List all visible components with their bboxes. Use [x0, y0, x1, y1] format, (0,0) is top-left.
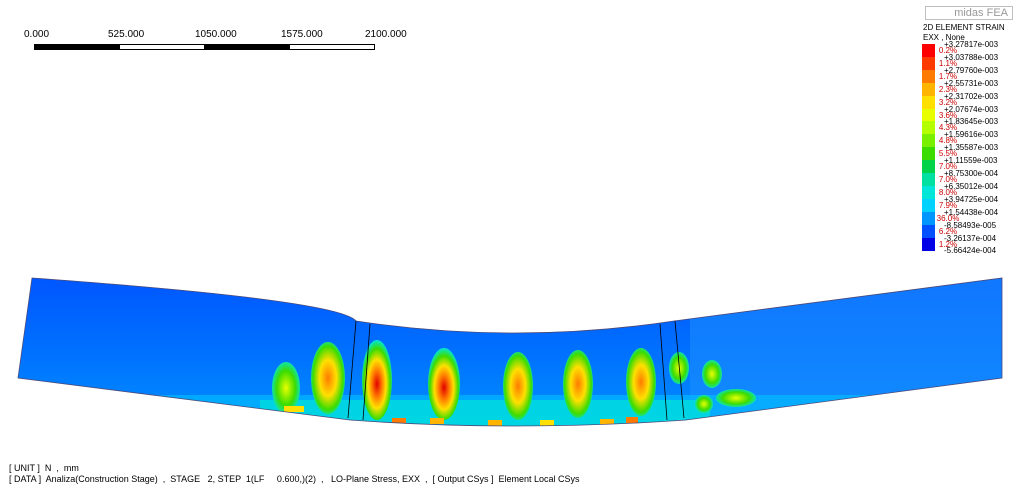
- strain-zone-4: [428, 348, 460, 420]
- footer-data: [ DATA ] Analiza(Construction Stage) , S…: [9, 474, 580, 484]
- strain-zone-5: [503, 352, 533, 420]
- strain-zone-10: [716, 389, 756, 407]
- strain-zone-7: [626, 348, 656, 416]
- strain-zone-2: [311, 342, 345, 414]
- bottom-spot-2: [430, 418, 444, 424]
- bottom-spot-4: [540, 420, 554, 426]
- bottom-spot-6: [626, 417, 638, 423]
- bottom-spot-7: [284, 406, 304, 412]
- strain-zone-9: [702, 360, 722, 388]
- beam-contour-plot: [17, 277, 1003, 427]
- strain-zone-6: [563, 350, 593, 418]
- footer-unit: [ UNIT ] N , mm: [9, 463, 79, 473]
- beam-body: [18, 278, 1002, 426]
- bottom-spot-3: [488, 420, 502, 426]
- strain-zone-3: [362, 340, 392, 420]
- strain-zone-11: [695, 395, 713, 413]
